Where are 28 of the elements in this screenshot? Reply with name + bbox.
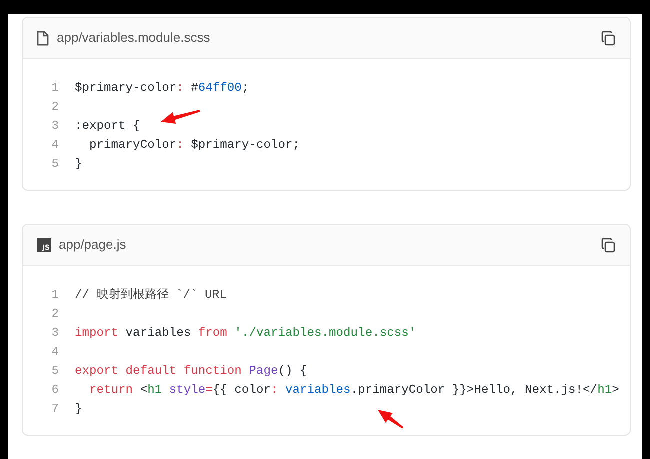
line-number: 3 [50, 118, 60, 135]
line-number: 5 [50, 156, 60, 173]
file-name: app/variables.module.scss [57, 29, 210, 48]
code-line: } [75, 401, 82, 418]
line-number: 4 [50, 137, 60, 154]
code-line: :export { [75, 118, 140, 135]
code-line: primaryColor: $primary-color; [88, 137, 300, 154]
file-name: app/page.js [59, 236, 126, 254]
line-number: 3 [50, 325, 60, 342]
line-number: 5 [50, 363, 60, 380]
copy-button[interactable] [601, 30, 616, 46]
line-number: 4 [50, 344, 60, 361]
pointer-arrow [161, 110, 200, 124]
line-number: 1 [50, 287, 60, 304]
line-number: 2 [50, 99, 60, 116]
file-icon [37, 30, 49, 46]
copy-button[interactable] [601, 238, 616, 252]
code-line: $primary-color: #64ff00; [75, 80, 250, 97]
code-line: // 映射到根路径 `/` URL [75, 287, 227, 304]
code-line: return <h1 style={{ color: variables.primaryColor }}>Hello, Next.js!</h1> [88, 382, 620, 399]
code-line: export default function Page() { [75, 363, 308, 380]
code-line: import variables from './variables.module.scss' [75, 325, 416, 342]
line-number: 1 [50, 80, 60, 97]
pointer-arrow [378, 410, 404, 429]
line-number: 2 [50, 306, 60, 323]
line-number: 7 [50, 401, 60, 418]
code-line: } [75, 156, 82, 173]
line-number: 6 [50, 382, 60, 399]
